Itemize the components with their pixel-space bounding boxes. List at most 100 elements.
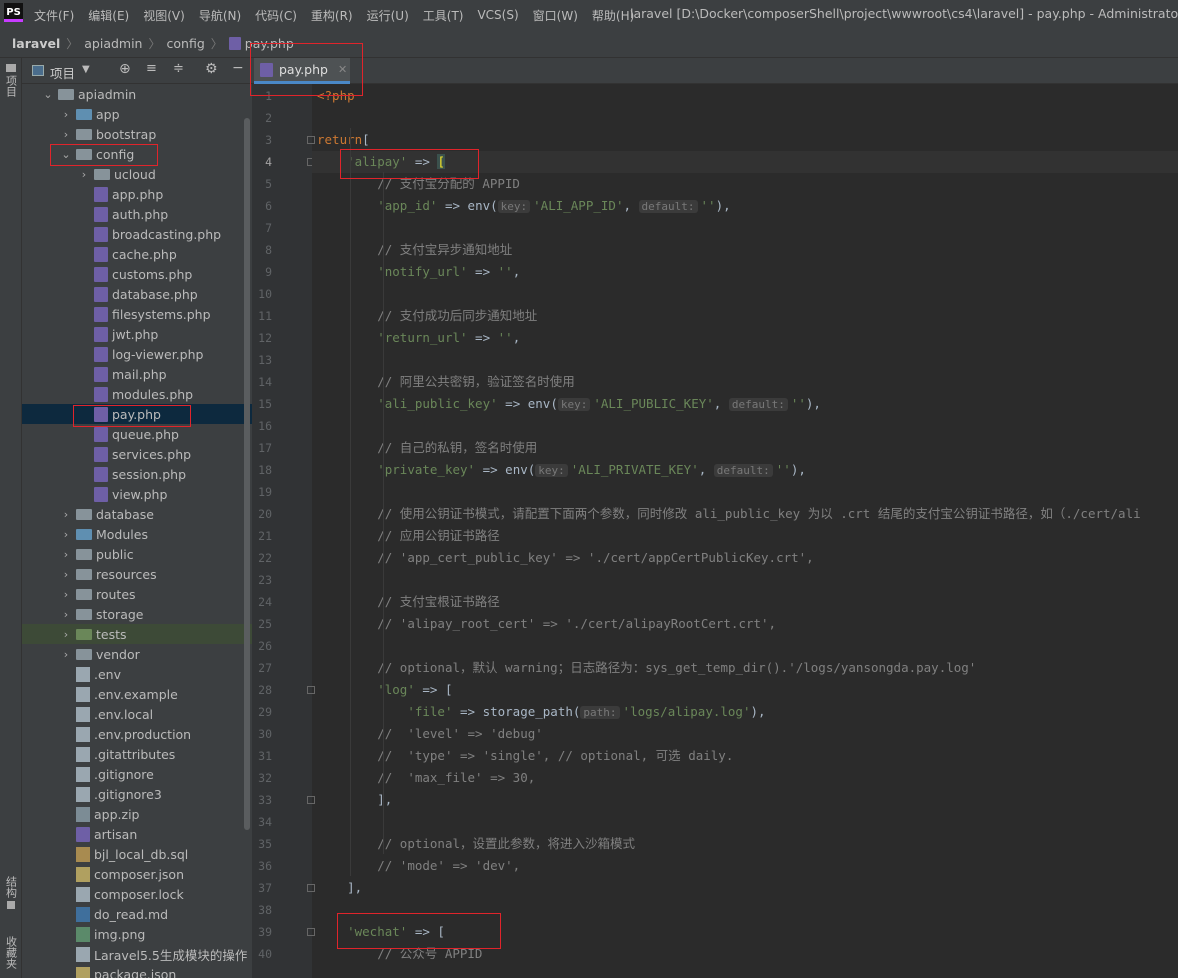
tree-file[interactable]: view.php xyxy=(22,484,252,504)
view-dropdown-icon[interactable]: ▼ xyxy=(82,64,90,75)
tree-file[interactable]: .gitignore xyxy=(22,764,252,784)
expand-all-icon[interactable]: ≡ xyxy=(146,61,157,76)
php-file-icon xyxy=(94,326,108,342)
tree-file[interactable]: jwt.php xyxy=(22,324,252,344)
tree-file[interactable]: broadcasting.php xyxy=(22,224,252,244)
tree-item-label: mail.php xyxy=(112,366,167,382)
code-line: // 阿里公共密钥，验证签名时使用 xyxy=(317,371,575,393)
app-logo-icon[interactable]: PS xyxy=(4,3,23,22)
tree-file[interactable]: .env.local xyxy=(22,704,252,724)
tree-item-label: .env.local xyxy=(94,706,154,722)
tree-file[interactable]: app.php xyxy=(22,184,252,204)
locate-icon[interactable]: ⊕ xyxy=(119,61,131,77)
tree-item-label: do_read.md xyxy=(94,906,169,922)
tree-folder[interactable]: › resources xyxy=(22,564,252,584)
tree-file[interactable]: .gitignore3 xyxy=(22,784,252,804)
tree-file[interactable]: database.php xyxy=(22,284,252,304)
chevron-right-icon[interactable]: › xyxy=(60,608,72,621)
line-number: 39 xyxy=(258,925,272,939)
breadcrumb-item-laravel[interactable]: laravel xyxy=(12,36,60,51)
tree-file[interactable]: .gitattributes xyxy=(22,744,252,764)
php-file-icon xyxy=(94,226,108,242)
tree-folder[interactable]: ⌄ apiadmin xyxy=(22,84,252,104)
breadcrumb-item-apiadmin[interactable]: apiadmin xyxy=(84,36,142,51)
tree-file[interactable]: composer.json xyxy=(22,864,252,884)
structure-tool-button[interactable]: 结构 xyxy=(0,876,21,909)
chevron-right-icon[interactable]: › xyxy=(60,528,72,541)
menu-item[interactable]: 运行(U) xyxy=(367,7,409,24)
favorites-tool-button[interactable]: 收藏夹 xyxy=(0,936,21,969)
gear-icon[interactable]: ⚙ xyxy=(205,61,218,77)
menu-item[interactable]: 帮助(H) xyxy=(592,7,634,24)
menu-item[interactable]: 编辑(E) xyxy=(88,7,129,24)
tree-file[interactable]: .env.production xyxy=(22,724,252,744)
tree-file[interactable]: cache.php xyxy=(22,244,252,264)
menu-item[interactable]: VCS(S) xyxy=(477,8,518,22)
menu-item[interactable]: 重构(R) xyxy=(311,7,353,24)
doc-file-icon xyxy=(76,766,90,782)
folder-icon xyxy=(58,88,74,100)
json-file-icon xyxy=(76,866,90,882)
tree-folder[interactable]: › ucloud xyxy=(22,164,252,184)
code-token: 'return_url' xyxy=(377,330,468,345)
tree-folder[interactable]: › public xyxy=(22,544,252,564)
collapse-all-icon[interactable]: ≑ xyxy=(173,61,184,76)
tree-file[interactable]: session.php xyxy=(22,464,252,484)
chevron-down-icon[interactable]: ⌄ xyxy=(42,88,54,101)
chevron-right-icon[interactable]: › xyxy=(60,648,72,661)
tree-folder[interactable]: › database xyxy=(22,504,252,524)
tree-file[interactable]: .env xyxy=(22,664,252,684)
tree-file[interactable]: queue.php xyxy=(22,424,252,444)
tree-file[interactable]: services.php xyxy=(22,444,252,464)
tree-file[interactable]: auth.php xyxy=(22,204,252,224)
tree-item-label: public xyxy=(96,546,134,562)
tree-file[interactable]: modules.php xyxy=(22,384,252,404)
line-number: 17 xyxy=(258,441,272,455)
tree-file[interactable]: artisan xyxy=(22,824,252,844)
project-tree[interactable]: ⌄ apiadmin › app › bootstrap ⌄ config › ucloud app… xyxy=(22,84,252,978)
tree-item-label: .env xyxy=(94,666,121,682)
tree-file[interactable]: .env.example xyxy=(22,684,252,704)
breadcrumb-item-config[interactable]: config xyxy=(167,36,205,51)
project-panel-title[interactable]: 项目 xyxy=(50,63,75,82)
tree-file[interactable]: log-viewer.php xyxy=(22,344,252,364)
chevron-right-icon[interactable]: › xyxy=(78,168,90,181)
menu-item[interactable]: 导航(N) xyxy=(199,7,241,24)
tree-folder[interactable]: › routes xyxy=(22,584,252,604)
tree-file[interactable]: customs.php xyxy=(22,264,252,284)
tree-file[interactable]: filesystems.php xyxy=(22,304,252,324)
tree-folder[interactable]: › vendor xyxy=(22,644,252,664)
menu-item[interactable]: 代码(C) xyxy=(255,7,297,24)
menu-item[interactable]: 工具(T) xyxy=(423,7,464,24)
line-number: 19 xyxy=(258,485,272,499)
menu-item[interactable]: 文件(F) xyxy=(34,7,74,24)
project-tree-scrollbar[interactable] xyxy=(244,118,250,830)
menu-item[interactable]: 窗口(W) xyxy=(533,7,578,24)
chevron-right-icon[interactable]: › xyxy=(60,628,72,641)
tree-folder[interactable]: › app xyxy=(22,104,252,124)
tree-file[interactable]: app.zip xyxy=(22,804,252,824)
tree-folder[interactable]: › Modules xyxy=(22,524,252,544)
tree-file[interactable]: do_read.md xyxy=(22,904,252,924)
php-file-icon xyxy=(94,286,108,302)
menu-item[interactable]: 视图(V) xyxy=(143,7,185,24)
tree-folder[interactable]: › bootstrap xyxy=(22,124,252,144)
tree-file[interactable]: mail.php xyxy=(22,364,252,384)
chevron-right-icon[interactable]: › xyxy=(60,508,72,521)
chevron-right-icon[interactable]: › xyxy=(60,568,72,581)
tree-file[interactable]: bjl_local_db.sql xyxy=(22,844,252,864)
chevron-right-icon[interactable]: › xyxy=(60,588,72,601)
tree-item-label: .gitignore xyxy=(94,766,154,782)
project-tool-button[interactable]: 项目 xyxy=(0,64,21,97)
chevron-right-icon[interactable]: › xyxy=(60,548,72,561)
chevron-right-icon[interactable]: › xyxy=(60,128,72,141)
chevron-right-icon[interactable]: › xyxy=(60,108,72,121)
tree-file[interactable]: img.png xyxy=(22,924,252,944)
tree-file[interactable]: composer.lock xyxy=(22,884,252,904)
hide-panel-icon[interactable]: − xyxy=(232,60,244,76)
tree-folder[interactable]: › storage xyxy=(22,604,252,624)
tree-folder[interactable]: › tests xyxy=(22,624,252,644)
tree-file[interactable]: package.json xyxy=(22,964,252,978)
tree-file[interactable]: Laravel5.5生成模块的操作 xyxy=(22,944,252,964)
code-editor[interactable]: <?php return[ 'alipay' => [ // 支付宝分配的 APP… xyxy=(312,84,1178,978)
